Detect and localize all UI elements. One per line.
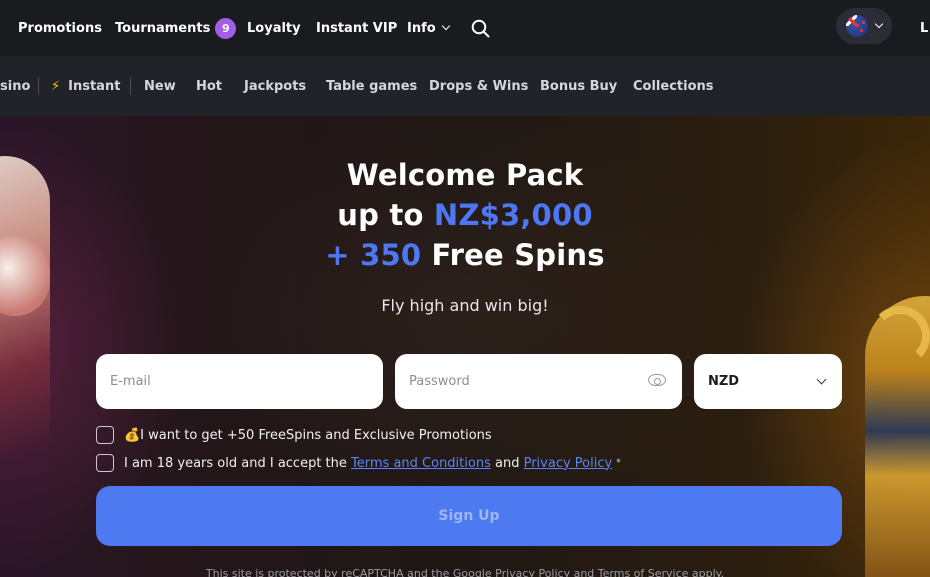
nav-instant-vip[interactable]: Instant VIP bbox=[316, 0, 397, 56]
promotions-checkbox[interactable] bbox=[96, 426, 114, 444]
category-divider bbox=[130, 77, 131, 95]
nav-tournaments-label: Tournaments bbox=[115, 20, 211, 36]
password-field[interactable] bbox=[395, 354, 682, 409]
hero-free-spins-count: + 350 bbox=[325, 238, 422, 272]
game-category-bar: sino ⚡ Instant New Hot Jackpots Table ga… bbox=[0, 56, 930, 116]
nav-tournaments[interactable]: Tournaments 9 bbox=[115, 0, 237, 56]
category-hot-label: Hot bbox=[196, 78, 223, 94]
language-selector[interactable] bbox=[836, 8, 892, 44]
search-icon bbox=[471, 19, 490, 37]
sign-up-button[interactable]: Sign Up bbox=[96, 486, 842, 546]
show-password-eye-icon[interactable] bbox=[648, 374, 666, 386]
currency-value: NZD bbox=[708, 374, 740, 389]
top-navigation: Promotions Tournaments 9 Loyalty Instant… bbox=[0, 0, 930, 56]
category-jackpots-label: Jackpots bbox=[244, 78, 307, 94]
category-casino[interactable]: sino bbox=[0, 56, 30, 116]
category-hot[interactable]: Hot bbox=[196, 56, 222, 116]
category-table-games-label: Table games bbox=[326, 78, 418, 94]
email-input[interactable] bbox=[110, 374, 383, 389]
new-zealand-flag-icon bbox=[846, 15, 868, 37]
chevron-down-icon bbox=[816, 374, 827, 385]
hero-bonus-amount: NZ$3,000 bbox=[433, 198, 593, 232]
promotions-consent-row: 💰I want to get +50 FreeSpins and Exclusi… bbox=[96, 425, 492, 445]
category-new-label: New bbox=[144, 78, 176, 94]
lightning-icon: ⚡ bbox=[51, 78, 61, 94]
category-instant-label: Instant bbox=[68, 78, 121, 94]
terms-link[interactable]: Terms and Conditions bbox=[351, 456, 491, 471]
chevron-down-icon bbox=[441, 21, 450, 31]
terms-consent-and: and bbox=[490, 455, 524, 471]
terms-consent-label: I am 18 years old and I accept the bbox=[124, 455, 352, 471]
nav-info-label: Info bbox=[407, 20, 436, 36]
nav-loyalty[interactable]: Loyalty bbox=[247, 0, 301, 56]
email-field[interactable] bbox=[96, 354, 383, 409]
category-collections[interactable]: Collections bbox=[633, 56, 714, 116]
category-jackpots[interactable]: Jackpots bbox=[244, 56, 306, 116]
category-casino-label: sino bbox=[0, 78, 31, 94]
promotions-consent-label: 💰I want to get +50 FreeSpins and Exclusi… bbox=[124, 427, 492, 443]
nav-promotions[interactable]: Promotions bbox=[18, 0, 102, 56]
hero-signup-banner: Welcome Pack up to NZ$3,000 + 350 Free S… bbox=[0, 116, 930, 577]
nav-instant-vip-label: Instant VIP bbox=[316, 20, 398, 36]
category-divider bbox=[38, 77, 39, 95]
hero-headline-line3: + 350 Free Spins bbox=[0, 238, 930, 272]
login-label: L bbox=[920, 20, 929, 36]
hero-character-art-right-detail bbox=[870, 306, 930, 366]
hero-tagline: Fly high and win big! bbox=[381, 296, 549, 315]
category-collections-label: Collections bbox=[633, 78, 714, 94]
category-bonus-buy-label: Bonus Buy bbox=[540, 78, 618, 94]
hero-line3-suffix: Free Spins bbox=[421, 238, 605, 272]
privacy-policy-link[interactable]: Privacy Policy bbox=[524, 456, 613, 471]
category-new[interactable]: New bbox=[144, 56, 176, 116]
terms-consent-row: I am 18 years old and I accept the Terms… bbox=[96, 453, 621, 473]
chevron-down-icon bbox=[874, 19, 884, 29]
category-bonus-buy[interactable]: Bonus Buy bbox=[540, 56, 617, 116]
nav-loyalty-label: Loyalty bbox=[247, 20, 301, 36]
required-mark: * bbox=[616, 458, 621, 468]
sign-up-label: Sign Up bbox=[438, 508, 500, 524]
hero-headline-line2: up to NZ$3,000 bbox=[0, 198, 930, 232]
terms-checkbox[interactable] bbox=[96, 454, 114, 472]
tournaments-count-badge: 9 bbox=[215, 17, 237, 39]
nav-promotions-label: Promotions bbox=[18, 20, 102, 36]
category-table-games[interactable]: Table games bbox=[326, 56, 417, 116]
category-drops-wins-label: Drops & Wins bbox=[429, 78, 529, 94]
category-drops-wins[interactable]: Drops & Wins bbox=[429, 56, 528, 116]
password-input[interactable] bbox=[409, 374, 629, 389]
currency-select[interactable]: NZD bbox=[694, 354, 842, 409]
hero-headline-line1: Welcome Pack bbox=[346, 158, 584, 192]
login-button[interactable]: L bbox=[920, 0, 928, 56]
hero-line2-prefix: up to bbox=[337, 198, 434, 232]
category-instant[interactable]: ⚡ Instant bbox=[51, 56, 120, 116]
recaptcha-notice: This site is protected by reCAPTCHA and … bbox=[205, 567, 725, 577]
search-button[interactable] bbox=[471, 0, 490, 56]
nav-info-dropdown[interactable]: Info bbox=[407, 0, 450, 56]
